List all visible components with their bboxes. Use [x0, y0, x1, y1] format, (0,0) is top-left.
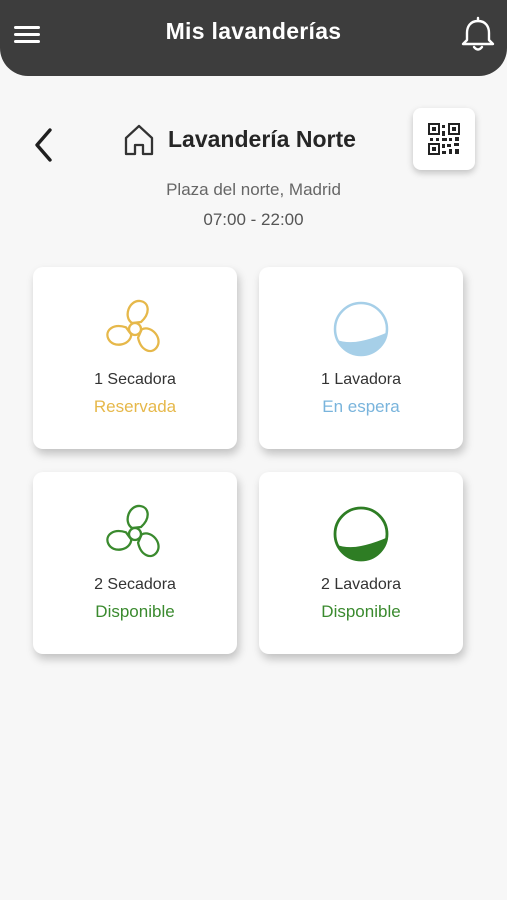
machine-label: 1 Lavadora — [320, 371, 402, 388]
laundry-address: Plaza del norte, Madrid — [166, 180, 341, 199]
laundry-name: Lavandería Norte — [168, 126, 356, 152]
app-header: Mis lavanderías — [0, 0, 507, 76]
machine-card-secadora-2[interactable]: 2 Secadora Disponible — [33, 472, 237, 654]
back-chevron-icon[interactable] — [28, 124, 62, 166]
machine-card-secadora-1[interactable]: 1 Secadora Reservada — [33, 267, 237, 449]
qr-code-button[interactable] — [413, 108, 475, 170]
fan-icon — [105, 299, 165, 359]
qr-code-icon — [428, 123, 460, 155]
machine-label: 2 Lavadora — [320, 576, 402, 593]
machine-card-lavadora-1[interactable]: 1 Lavadora En espera — [259, 267, 463, 449]
bell-icon[interactable] — [458, 16, 498, 54]
machine-card-lavadora-2[interactable]: 2 Lavadora Disponible — [259, 472, 463, 654]
machine-label: 2 Secadora — [94, 576, 176, 593]
machine-status: En espera — [322, 397, 400, 416]
machine-status: Disponible — [321, 602, 401, 621]
page-title: Mis lavanderías — [165, 18, 342, 44]
washer-drum-icon — [331, 299, 391, 359]
opening-hours: 07:00 - 22:00 — [203, 210, 304, 229]
washer-drum-icon — [331, 504, 391, 564]
fan-icon — [105, 504, 165, 564]
machine-status: Reservada — [93, 397, 177, 416]
machine-status: Disponible — [95, 602, 175, 621]
home-icon — [121, 122, 157, 158]
machine-label: 1 Secadora — [94, 371, 176, 388]
